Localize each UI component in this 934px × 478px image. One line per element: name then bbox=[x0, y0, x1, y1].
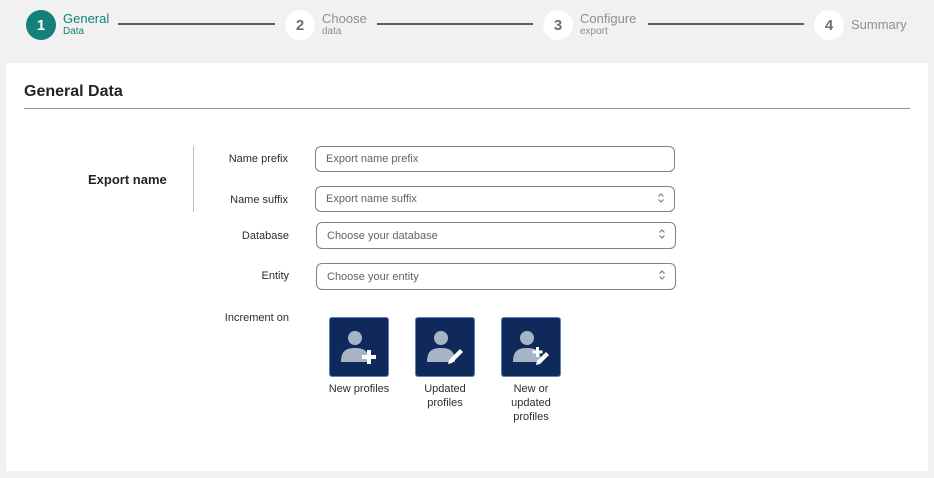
chevron-up-down-icon bbox=[658, 193, 664, 203]
new-or-updated-profiles-button[interactable] bbox=[501, 317, 561, 377]
chevron-up-down-icon bbox=[659, 270, 665, 280]
step-number-1: 1 bbox=[26, 10, 56, 40]
step-number-4: 4 bbox=[814, 10, 844, 40]
name-suffix-input[interactable]: Export name suffix bbox=[315, 186, 675, 212]
database-select[interactable]: Choose your database bbox=[316, 222, 676, 249]
name-prefix-label: Name prefix bbox=[228, 153, 288, 165]
new-profiles-label: New profiles bbox=[328, 383, 390, 395]
chevron-up-down-icon bbox=[659, 229, 665, 239]
name-suffix-placeholder: Export name suffix bbox=[326, 193, 417, 205]
updated-profiles-button[interactable] bbox=[415, 317, 475, 377]
updated-profiles-label: Updated profiles bbox=[424, 383, 466, 409]
step-configure-export[interactable]: 3 Configure export bbox=[543, 10, 636, 40]
name-prefix-placeholder: Export name prefix bbox=[326, 153, 419, 165]
increment-option-new-or-updated-profiles[interactable]: New or updated profiles bbox=[496, 317, 566, 424]
wizard-stepper: 1 General Data 2 Choose data 3 Configure… bbox=[0, 0, 934, 50]
step-number-2: 2 bbox=[285, 10, 315, 40]
name-suffix-label: Name suffix bbox=[230, 194, 288, 206]
step-title: Summary bbox=[851, 17, 907, 32]
user-add-icon bbox=[341, 331, 376, 364]
step-number-3: 3 bbox=[543, 10, 573, 40]
step-connector bbox=[118, 23, 275, 25]
title-divider bbox=[24, 108, 910, 109]
step-subtitle: export bbox=[580, 26, 608, 37]
increment-option-new-profiles[interactable]: New profiles bbox=[324, 317, 394, 396]
increment-option-updated-profiles[interactable]: Updated profiles bbox=[410, 317, 480, 410]
step-connector bbox=[648, 23, 804, 25]
new-or-updated-profiles-label: New or updated profiles bbox=[511, 383, 551, 423]
entity-select[interactable]: Choose your entity bbox=[316, 263, 676, 290]
name-prefix-input[interactable]: Export name prefix bbox=[315, 146, 675, 172]
step-title: Choose bbox=[322, 11, 367, 26]
step-summary[interactable]: 4 Summary bbox=[814, 10, 907, 40]
form-card: General Data Export name Name prefix Exp… bbox=[6, 63, 928, 471]
page-title: General Data bbox=[24, 83, 123, 100]
user-edit-icon bbox=[427, 331, 463, 364]
step-general-data[interactable]: 1 General Data bbox=[26, 10, 109, 40]
step-subtitle: data bbox=[322, 26, 342, 37]
increment-on-label: Increment on bbox=[224, 312, 289, 324]
new-profiles-button[interactable] bbox=[329, 317, 389, 377]
database-placeholder: Choose your database bbox=[327, 229, 438, 242]
database-label: Database bbox=[241, 230, 289, 242]
entity-label: Entity bbox=[261, 270, 289, 282]
section-label-export-name: Export name bbox=[88, 172, 167, 187]
entity-placeholder: Choose your entity bbox=[327, 270, 419, 283]
step-subtitle: Data bbox=[63, 26, 85, 37]
user-add-edit-icon bbox=[513, 331, 549, 365]
step-choose-data[interactable]: 2 Choose data bbox=[285, 10, 367, 40]
step-title: Configure bbox=[580, 11, 637, 26]
step-connector bbox=[377, 23, 533, 25]
step-title: General bbox=[63, 11, 110, 26]
